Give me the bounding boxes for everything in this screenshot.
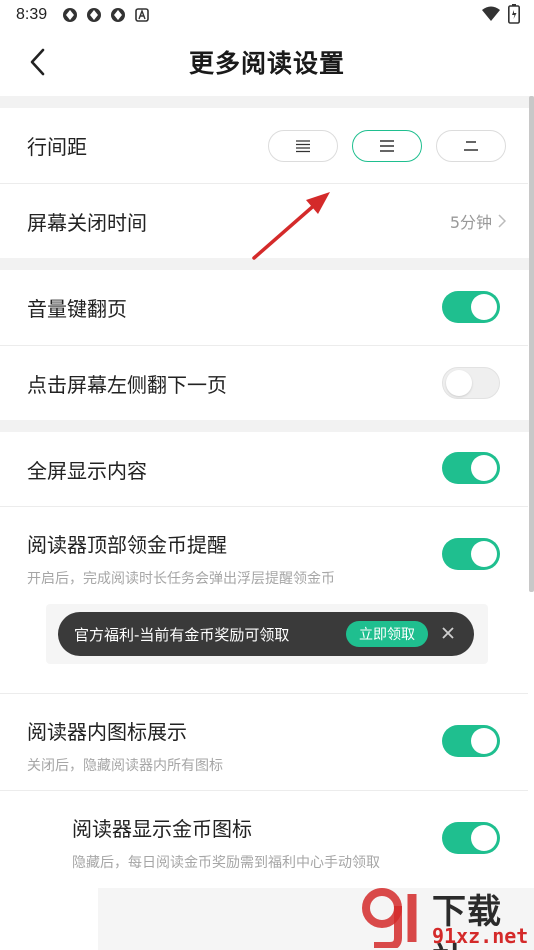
gold-reminder-row: 阅读器顶部领金币提醒 开启后，完成阅读时长任务会弹出浮层提醒领金币 <box>0 507 528 693</box>
section-gap <box>0 420 534 432</box>
claim-now-button[interactable]: 立即领取 <box>346 621 428 647</box>
icon-display-desc: 关闭后，隐藏阅读器内所有图标 <box>27 758 223 774</box>
line-spacing-options <box>268 129 506 162</box>
icon-display-text: 阅读器内图标展示 关闭后，隐藏阅读器内所有图标 <box>27 716 223 775</box>
volume-page-toggle[interactable] <box>442 291 500 323</box>
gold-icon-toggle[interactable] <box>442 822 500 854</box>
a-badge-icon <box>133 6 151 24</box>
header: 更多阅读设置 <box>0 30 534 94</box>
icon-display-toggle[interactable] <box>442 725 500 757</box>
wifi-icon <box>482 6 500 26</box>
status-bar: 8:39 <box>0 0 534 30</box>
tap-left-row: 点击屏幕左侧翻下一页 <box>0 346 528 420</box>
medium-lines-icon <box>380 139 394 152</box>
section-gap <box>0 96 534 108</box>
gold-icon-desc: 隐藏后，每日阅读金币奖励需到福利中心手动领取 <box>72 855 380 871</box>
toggle-knob <box>471 541 497 567</box>
toggle-knob <box>471 728 497 754</box>
toggle-knob <box>471 825 497 851</box>
line-spacing-loose-button[interactable] <box>436 129 506 162</box>
tight-lines-icon <box>296 139 310 152</box>
watermark: 下载站 91xz.net <box>360 880 534 950</box>
chevron-right-icon <box>498 214 506 228</box>
gold-reminder-label: 阅读器顶部领金币提醒 <box>27 533 227 557</box>
battery-icon <box>508 4 520 28</box>
section-gap <box>0 258 534 270</box>
close-icon[interactable] <box>440 625 456 641</box>
app-icon <box>85 6 103 24</box>
screen-off-value: 5分钟 <box>449 213 492 232</box>
line-spacing-medium-button[interactable] <box>352 129 422 162</box>
toggle-knob <box>446 370 472 396</box>
gold-reminder-desc: 开启后，完成阅读时长任务会弹出浮层提醒领金币 <box>27 571 335 587</box>
watermark-logo-icon <box>362 888 417 948</box>
toast-text: 官方福利-当前有金币奖励可领取 <box>74 625 290 644</box>
volume-page-label: 音量键翻页 <box>27 297 127 321</box>
volume-page-row: 音量键翻页 <box>0 270 528 345</box>
tap-left-label: 点击屏幕左侧翻下一页 <box>27 372 227 397</box>
gold-reminder-toggle[interactable] <box>442 538 500 570</box>
screen-off-row[interactable]: 屏幕关闭时间 5分钟 <box>0 184 528 258</box>
gold-reminder-text: 阅读器顶部领金币提醒 开启后，完成阅读时长任务会弹出浮层提醒领金币 <box>27 529 335 588</box>
icon-display-row: 阅读器内图标展示 关闭后，隐藏阅读器内所有图标 <box>0 694 528 790</box>
app-icon <box>61 6 79 24</box>
line-spacing-tight-button[interactable] <box>268 129 338 162</box>
app-icon <box>109 6 127 24</box>
chevron-left-icon <box>30 48 45 76</box>
status-time: 8:39 <box>16 6 48 23</box>
fullscreen-row: 全屏显示内容 <box>0 432 528 506</box>
gold-icon-row: 阅读器显示金币图标 隐藏后，每日阅读金币奖励需到福利中心手动领取 <box>0 791 528 887</box>
toggle-knob <box>471 455 497 481</box>
page-title: 更多阅读设置 <box>188 49 345 78</box>
fullscreen-label: 全屏显示内容 <box>27 458 147 483</box>
gold-icon-text: 阅读器显示金币图标 隐藏后，每日阅读金币奖励需到福利中心手动领取 <box>72 813 380 872</box>
watermark-url: 91xz.net <box>432 924 529 948</box>
screen-off-value-wrap: 5分钟 <box>450 209 506 233</box>
line-spacing-label: 行间距 <box>27 135 87 159</box>
screen-off-label: 屏幕关闭时间 <box>27 210 147 235</box>
fullscreen-toggle[interactable] <box>442 452 500 484</box>
tap-left-toggle[interactable] <box>442 367 500 399</box>
icon-display-label: 阅读器内图标展示 <box>27 720 187 744</box>
toast-preview-box: 官方福利-当前有金币奖励可领取 立即领取 <box>46 604 488 664</box>
toast-preview: 官方福利-当前有金币奖励可领取 立即领取 <box>58 612 474 656</box>
line-spacing-row: 行间距 <box>0 108 528 183</box>
scrollbar[interactable] <box>529 96 534 592</box>
back-button[interactable] <box>22 46 54 78</box>
loose-lines-icon <box>464 140 478 151</box>
toggle-knob <box>471 294 497 320</box>
gold-icon-label: 阅读器显示金币图标 <box>72 817 252 841</box>
